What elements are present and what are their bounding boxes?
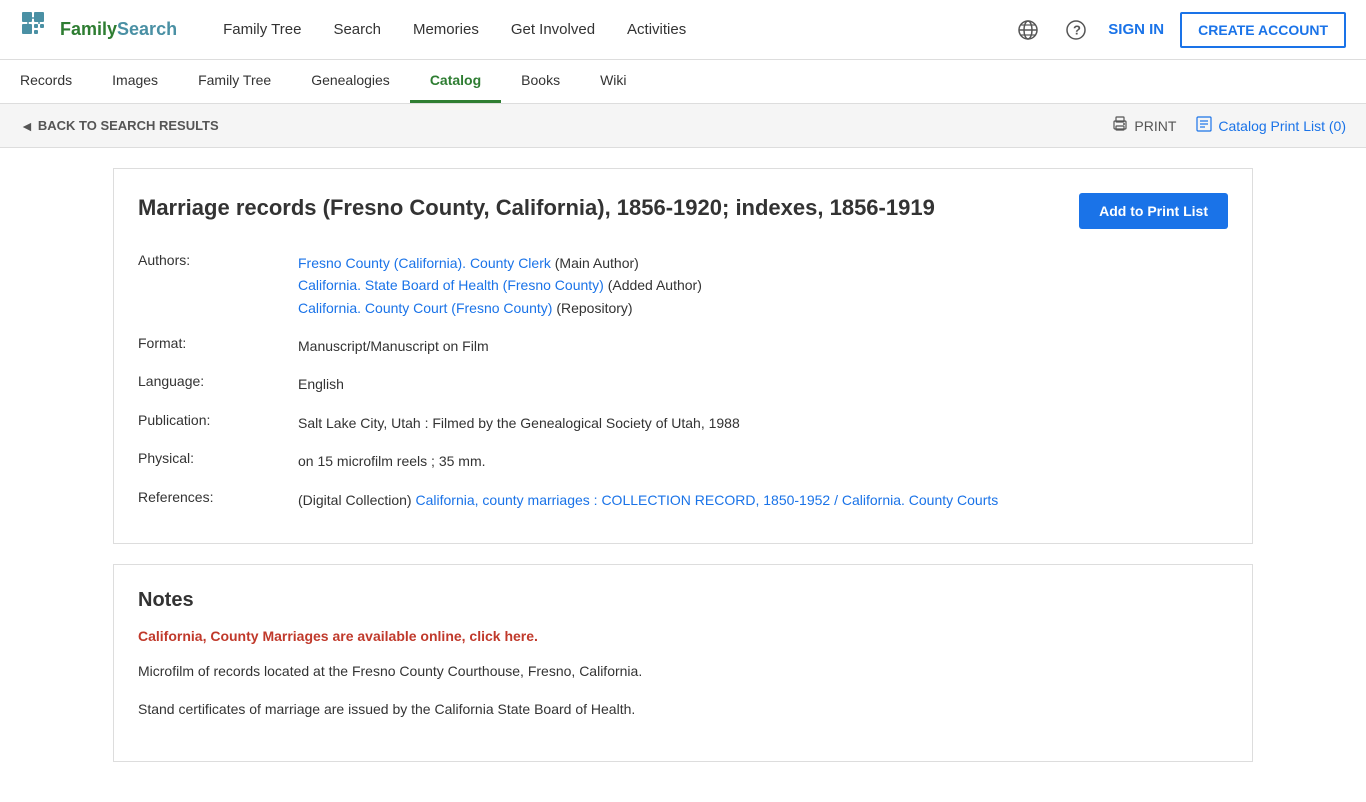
author-3-link[interactable]: California. County Court (Fresno County) <box>298 300 552 316</box>
author-1: Fresno County (California). County Clerk… <box>298 252 1228 274</box>
subnav-records[interactable]: Records <box>0 60 92 103</box>
nav-activities[interactable]: Activities <box>611 0 702 60</box>
back-to-search-link[interactable]: ◄ BACK TO SEARCH RESULTS <box>20 118 219 134</box>
notes-section: Notes California, County Marriages are a… <box>113 564 1253 762</box>
author-2: California. State Board of Health (Fresn… <box>298 274 1228 296</box>
create-account-button[interactable]: CREATE ACCOUNT <box>1180 12 1346 48</box>
format-value: Manuscript/Manuscript on Film <box>298 327 1228 365</box>
author-1-link[interactable]: Fresno County (California). County Clerk <box>298 255 551 271</box>
svg-text:?: ? <box>1073 22 1081 37</box>
nav-family-tree[interactable]: Family Tree <box>207 0 317 60</box>
publication-value: Salt Lake City, Utah : Filmed by the Gen… <box>298 404 1228 442</box>
list-icon <box>1196 116 1212 135</box>
subnav-images[interactable]: Images <box>92 60 178 103</box>
help-icon[interactable]: ? <box>1060 14 1092 46</box>
references-value: (Digital Collection) California, county … <box>298 481 1228 519</box>
nav-search[interactable]: Search <box>317 0 397 60</box>
main-navigation: Family Tree Search Memories Get Involved… <box>207 0 1012 60</box>
breadcrumb-bar: ◄ BACK TO SEARCH RESULTS PRINT <box>0 104 1366 148</box>
logo-area[interactable]: FamilySearch <box>20 10 177 50</box>
back-chevron-icon: ◄ <box>20 118 34 134</box>
subnav-genealogies[interactable]: Genealogies <box>291 60 410 103</box>
physical-label: Physical: <box>138 442 298 480</box>
add-to-print-button[interactable]: Add to Print List <box>1079 193 1228 229</box>
author-1-role: (Main Author) <box>555 255 639 271</box>
language-label: Language: <box>138 365 298 403</box>
format-row: Format: Manuscript/Manuscript on Film <box>138 327 1228 365</box>
notes-highlight-link[interactable]: California, County Marriages are availab… <box>138 628 1228 644</box>
subnav-catalog[interactable]: Catalog <box>410 60 501 103</box>
physical-row: Physical: on 15 microfilm reels ; 35 mm. <box>138 442 1228 480</box>
notes-paragraph-2: Stand certificates of marriage are issue… <box>138 698 1228 720</box>
references-link[interactable]: California, county marriages : COLLECTIO… <box>415 492 998 508</box>
sub-navigation: Records Images Family Tree Genealogies C… <box>0 60 1366 104</box>
main-content: Marriage records (Fresno County, Califor… <box>93 148 1273 802</box>
catalog-print-list-link[interactable]: Catalog Print List (0) <box>1196 116 1346 135</box>
printer-icon <box>1112 116 1128 135</box>
authors-label: Authors: <box>138 244 298 327</box>
back-label: BACK TO SEARCH RESULTS <box>38 118 219 133</box>
nav-right-area: ? SIGN IN CREATE ACCOUNT <box>1012 12 1346 48</box>
author-2-role: (Added Author) <box>608 277 702 293</box>
author-3: California. County Court (Fresno County)… <box>298 297 1228 319</box>
print-link[interactable]: PRINT <box>1112 116 1176 135</box>
globe-icon[interactable] <box>1012 14 1044 46</box>
publication-label: Publication: <box>138 404 298 442</box>
sign-in-button[interactable]: SIGN IN <box>1108 21 1164 38</box>
record-card: Marriage records (Fresno County, Califor… <box>113 168 1253 544</box>
references-row: References: (Digital Collection) Califor… <box>138 481 1228 519</box>
references-label: References: <box>138 481 298 519</box>
language-value: English <box>298 365 1228 403</box>
subnav-family-tree[interactable]: Family Tree <box>178 60 291 103</box>
record-title: Marriage records (Fresno County, Califor… <box>138 193 938 224</box>
notes-title: Notes <box>138 589 1228 612</box>
nav-get-involved[interactable]: Get Involved <box>495 0 611 60</box>
nav-memories[interactable]: Memories <box>397 0 495 60</box>
format-label: Format: <box>138 327 298 365</box>
language-row: Language: English <box>138 365 1228 403</box>
catalog-print-label: Catalog Print List (0) <box>1218 118 1346 134</box>
publication-row: Publication: Salt Lake City, Utah : Film… <box>138 404 1228 442</box>
familysearch-logo-icon <box>20 10 60 50</box>
breadcrumb-right: PRINT Catalog Print List (0) <box>1112 116 1346 135</box>
notes-paragraph-1: Microfilm of records located at the Fres… <box>138 660 1228 682</box>
record-detail-table: Authors: Fresno County (California). Cou… <box>138 244 1228 519</box>
subnav-books[interactable]: Books <box>501 60 580 103</box>
author-3-role: (Repository) <box>556 300 632 316</box>
subnav-wiki[interactable]: Wiki <box>580 60 646 103</box>
authors-row: Authors: Fresno County (California). Cou… <box>138 244 1228 327</box>
references-prefix: (Digital Collection) <box>298 492 415 508</box>
print-label: PRINT <box>1134 118 1176 134</box>
top-navigation: FamilySearch Family Tree Search Memories… <box>0 0 1366 60</box>
author-2-link[interactable]: California. State Board of Health (Fresn… <box>298 277 604 293</box>
physical-value: on 15 microfilm reels ; 35 mm. <box>298 442 1228 480</box>
logo-text: FamilySearch <box>60 19 177 40</box>
authors-value: Fresno County (California). County Clerk… <box>298 244 1228 327</box>
